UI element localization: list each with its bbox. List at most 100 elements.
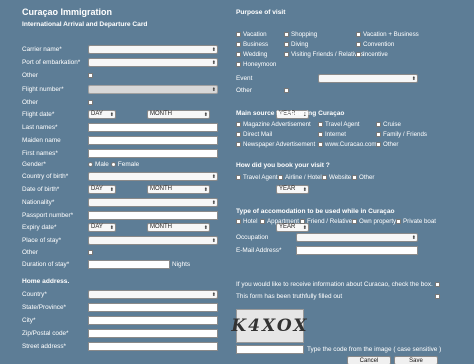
last-names-input[interactable] bbox=[88, 122, 218, 132]
booking-travel-agent[interactable]: Travel Agent bbox=[236, 173, 278, 182]
acc-apartment-label: Appartment bbox=[267, 218, 299, 225]
source-cruise[interactable]: Cruise bbox=[376, 120, 401, 129]
acc-hotel[interactable]: Hotel bbox=[236, 217, 257, 226]
acc-private-boat[interactable]: Private boat bbox=[396, 217, 436, 226]
maiden-name-input[interactable] bbox=[88, 135, 218, 145]
other-port-checkbox[interactable] bbox=[88, 72, 93, 78]
purpose-shopping-checkbox[interactable] bbox=[284, 32, 289, 37]
purpose-diving-checkbox[interactable] bbox=[284, 42, 289, 47]
expiry-month-select[interactable]: MONTH ⬍ bbox=[147, 222, 210, 232]
purpose-diving[interactable]: Diving bbox=[284, 40, 308, 49]
country-of-birth-select[interactable]: ⬍ bbox=[88, 171, 218, 181]
purpose-other-checkbox[interactable] bbox=[284, 87, 289, 93]
booking-website-checkbox[interactable] bbox=[322, 175, 327, 180]
purpose-shopping[interactable]: Shopping bbox=[284, 30, 317, 39]
info-checkbox[interactable] bbox=[435, 281, 440, 287]
zip-input[interactable] bbox=[88, 328, 218, 338]
dob-year-select[interactable]: YEAR ⬍ bbox=[276, 184, 309, 194]
source-family-checkbox[interactable] bbox=[376, 132, 381, 137]
other-flight-checkbox[interactable] bbox=[88, 99, 93, 105]
booking-other[interactable]: Other bbox=[352, 173, 374, 182]
source-direct-mail-checkbox[interactable] bbox=[236, 132, 241, 137]
nationality-select[interactable]: ⬍ bbox=[88, 197, 218, 207]
email-input[interactable] bbox=[296, 245, 418, 255]
acc-own[interactable]: Own property bbox=[352, 217, 396, 226]
other-stay-checkbox[interactable] bbox=[88, 249, 93, 255]
street-input[interactable] bbox=[88, 341, 218, 351]
purpose-wedding-label: Wedding bbox=[243, 51, 268, 58]
source-magazine-checkbox[interactable] bbox=[236, 122, 241, 127]
occupation-select[interactable]: ⬍ bbox=[296, 232, 418, 242]
cancel-button[interactable]: Cancel bbox=[347, 356, 391, 364]
booking-airline-hotel-checkbox[interactable] bbox=[278, 175, 283, 180]
purpose-honeymoon[interactable]: Honeymoon bbox=[236, 60, 276, 69]
male-radio[interactable] bbox=[88, 161, 93, 167]
dob-day-select[interactable]: DAY ⬍ bbox=[88, 184, 116, 194]
purpose-convention-checkbox[interactable] bbox=[356, 42, 361, 47]
chevron-down-icon: ⬍ bbox=[109, 186, 114, 193]
purpose-wedding-checkbox[interactable] bbox=[236, 52, 241, 57]
expiry-day-select[interactable]: DAY ⬍ bbox=[88, 222, 116, 232]
purpose-vacation[interactable]: Vacation bbox=[236, 30, 267, 39]
source-newspaper[interactable]: Newspaper Advertisement bbox=[236, 140, 315, 149]
passport-label: Passport number* bbox=[22, 211, 74, 219]
flight-day-select[interactable]: DAY ⬍ bbox=[88, 109, 116, 119]
booking-travel-agent-checkbox[interactable] bbox=[236, 175, 241, 180]
booking-other-checkbox[interactable] bbox=[352, 175, 357, 180]
acc-apartment[interactable]: Appartment bbox=[260, 217, 299, 226]
source-cruise-checkbox[interactable] bbox=[376, 122, 381, 127]
acc-friend[interactable]: Friend / Relative bbox=[300, 217, 352, 226]
save-button[interactable]: Save bbox=[394, 356, 438, 364]
flight-month-select[interactable]: MONTH ⬍ bbox=[147, 109, 210, 119]
booking-airline-hotel[interactable]: Airline / Hotel bbox=[278, 173, 322, 182]
purpose-business-checkbox[interactable] bbox=[236, 42, 241, 47]
port-row: Port of embarkation* ⬍ bbox=[22, 57, 222, 67]
truthful-checkbox[interactable] bbox=[435, 293, 440, 299]
purpose-wedding[interactable]: Wedding bbox=[236, 50, 267, 59]
source-other-checkbox[interactable] bbox=[376, 142, 381, 147]
purpose-vacation-business[interactable]: Vacation + Business bbox=[356, 30, 419, 39]
event-select[interactable]: ⬍ bbox=[318, 73, 418, 83]
acc-hotel-checkbox[interactable] bbox=[236, 219, 241, 224]
source-internet[interactable]: Internet bbox=[318, 130, 346, 139]
purpose-convention[interactable]: Convention bbox=[356, 40, 394, 49]
female-radio[interactable] bbox=[110, 161, 116, 167]
first-names-input[interactable] bbox=[88, 148, 218, 158]
state-input[interactable] bbox=[88, 302, 218, 312]
purpose-honeymoon-checkbox[interactable] bbox=[236, 62, 241, 67]
purpose-business[interactable]: Business bbox=[236, 40, 268, 49]
place-of-stay-select[interactable]: ⬍ bbox=[88, 235, 218, 245]
purpose-visiting-checkbox[interactable] bbox=[284, 52, 289, 57]
acc-own-checkbox[interactable] bbox=[352, 219, 357, 224]
source-travel-agent[interactable]: Travel Agent bbox=[318, 120, 360, 129]
acc-private-boat-checkbox[interactable] bbox=[396, 219, 401, 224]
source-website[interactable]: www.Curacao.com bbox=[318, 140, 377, 149]
passport-input[interactable] bbox=[88, 210, 218, 220]
source-internet-checkbox[interactable] bbox=[318, 132, 323, 137]
purpose-incentive-checkbox[interactable] bbox=[356, 52, 361, 57]
country-select[interactable]: ⬍ bbox=[88, 289, 218, 299]
source-magazine[interactable]: Magazine Advertisement bbox=[236, 120, 311, 129]
acc-apartment-checkbox[interactable] bbox=[260, 219, 265, 224]
purpose-other-row: Other bbox=[236, 85, 456, 95]
source-website-checkbox[interactable] bbox=[318, 142, 323, 147]
city-input[interactable] bbox=[88, 315, 218, 325]
source-other[interactable]: Other bbox=[376, 140, 398, 149]
source-newspaper-checkbox[interactable] bbox=[236, 142, 241, 147]
duration-input[interactable] bbox=[88, 259, 170, 269]
purpose-diving-label: Diving bbox=[291, 41, 309, 48]
flight-number-select[interactable]: ⬍ bbox=[88, 84, 218, 94]
booking-website[interactable]: Website bbox=[322, 173, 351, 182]
source-travel-agent-checkbox[interactable] bbox=[318, 122, 323, 127]
source-family[interactable]: Family / Friends bbox=[376, 130, 427, 139]
dob-month-select[interactable]: MONTH ⬍ bbox=[147, 184, 210, 194]
captcha-input[interactable] bbox=[236, 345, 304, 354]
port-select[interactable]: ⬍ bbox=[88, 57, 218, 67]
purpose-vacation-checkbox[interactable] bbox=[236, 32, 241, 37]
acc-friend-checkbox[interactable] bbox=[300, 219, 305, 224]
purpose-visiting[interactable]: Visiting Friends / Relatives bbox=[284, 50, 364, 59]
purpose-incentive[interactable]: Incentive bbox=[356, 50, 388, 59]
purpose-vacation-business-checkbox[interactable] bbox=[356, 32, 361, 37]
source-direct-mail[interactable]: Direct Mail bbox=[236, 130, 272, 139]
carrier-select[interactable]: ⬍ bbox=[88, 44, 218, 54]
